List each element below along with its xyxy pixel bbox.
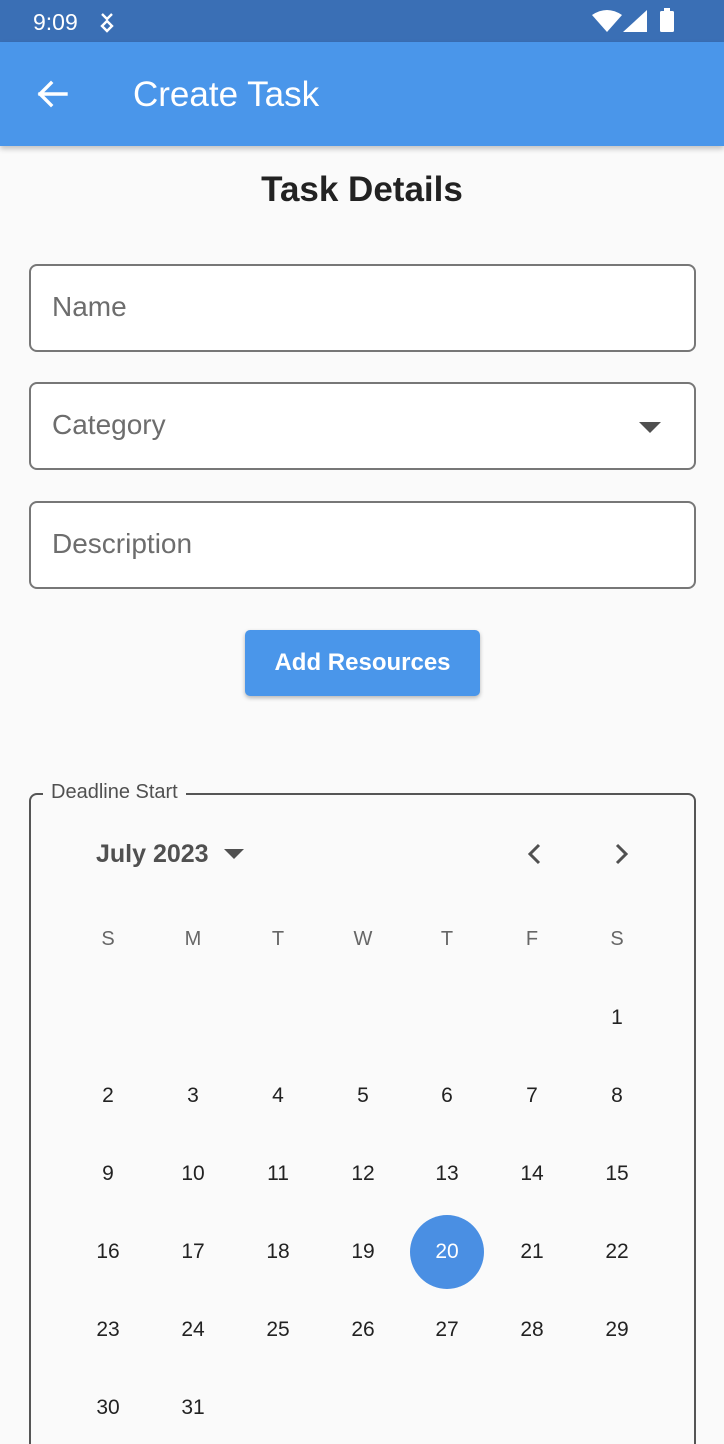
data-sync-icon bbox=[100, 13, 114, 33]
calendar-day[interactable]: 10 bbox=[156, 1137, 230, 1211]
weekday-label: S bbox=[610, 928, 624, 950]
arrow-back-icon bbox=[37, 80, 68, 108]
calendar-day[interactable]: 21 bbox=[495, 1215, 569, 1289]
calendar-day[interactable]: 12 bbox=[326, 1137, 400, 1211]
weekday-label: S bbox=[101, 928, 115, 950]
signal-icon bbox=[623, 10, 647, 32]
add-resources-button[interactable]: Add Resources bbox=[245, 630, 480, 696]
calendar-day[interactable]: 25 bbox=[241, 1293, 315, 1367]
calendar-day[interactable]: 18 bbox=[241, 1215, 315, 1289]
calendar-day[interactable]: 9 bbox=[71, 1137, 145, 1211]
section-title: Task Details bbox=[261, 170, 463, 209]
month-dropdown-icon[interactable] bbox=[224, 849, 244, 859]
next-month-button[interactable] bbox=[600, 832, 644, 876]
calendar-day[interactable]: 22 bbox=[580, 1215, 654, 1289]
calendar-day[interactable]: 19 bbox=[326, 1215, 400, 1289]
weekday-label: T bbox=[271, 928, 285, 950]
battery-icon bbox=[660, 8, 674, 32]
status-bar: 9:09 bbox=[0, 0, 724, 42]
calendar-day[interactable]: 17 bbox=[156, 1215, 230, 1289]
calendar-day[interactable]: 1 bbox=[580, 981, 654, 1055]
calendar-day[interactable]: 26 bbox=[326, 1293, 400, 1367]
weekday-label: W bbox=[353, 928, 373, 950]
previous-month-button[interactable] bbox=[512, 832, 556, 876]
app-bar: Create Task bbox=[0, 42, 724, 146]
calendar-day[interactable]: 28 bbox=[495, 1293, 569, 1367]
calendar-day[interactable]: 30 bbox=[71, 1371, 145, 1444]
calendar-day[interactable]: 3 bbox=[156, 1059, 230, 1133]
calendar-day[interactable]: 4 bbox=[241, 1059, 315, 1133]
dropdown-arrow-icon bbox=[639, 422, 661, 433]
calendar-day[interactable]: 16 bbox=[71, 1215, 145, 1289]
category-dropdown[interactable]: Category bbox=[29, 382, 696, 470]
back-button[interactable] bbox=[24, 66, 80, 122]
selected-day[interactable]: 20 bbox=[410, 1215, 484, 1289]
calendar-day[interactable]: 11 bbox=[241, 1137, 315, 1211]
wifi-icon bbox=[592, 10, 622, 32]
month-selector[interactable]: July 2023 bbox=[96, 840, 209, 869]
chevron-left-icon bbox=[527, 843, 541, 865]
status-time: 9:09 bbox=[33, 9, 78, 35]
name-placeholder: Name bbox=[52, 291, 127, 322]
chevron-right-icon bbox=[615, 843, 629, 865]
description-placeholder: Description bbox=[52, 528, 193, 559]
calendar-day[interactable]: 24 bbox=[156, 1293, 230, 1367]
calendar-day[interactable]: 5 bbox=[326, 1059, 400, 1133]
weekday-label: F bbox=[525, 928, 539, 950]
calendar-day[interactable]: 14 bbox=[495, 1137, 569, 1211]
calendar-day[interactable]: 15 bbox=[580, 1137, 654, 1211]
weekday-label: M bbox=[184, 928, 202, 950]
calendar-day[interactable]: 6 bbox=[410, 1059, 484, 1133]
name-field[interactable]: Name bbox=[29, 264, 696, 352]
calendar-day[interactable]: 8 bbox=[580, 1059, 654, 1133]
calendar-day[interactable]: 13 bbox=[410, 1137, 484, 1211]
calendar-day[interactable]: 2 bbox=[71, 1059, 145, 1133]
calendar-legend: Deadline Start bbox=[43, 781, 186, 804]
calendar-day[interactable]: 7 bbox=[495, 1059, 569, 1133]
category-placeholder: Category bbox=[52, 409, 166, 440]
calendar-day[interactable]: 23 bbox=[71, 1293, 145, 1367]
calendar-day[interactable]: 27 bbox=[410, 1293, 484, 1367]
calendar-day[interactable]: 31 bbox=[156, 1371, 230, 1444]
page-title: Create Task bbox=[133, 75, 320, 114]
calendar-day[interactable]: 29 bbox=[580, 1293, 654, 1367]
description-field[interactable]: Description bbox=[29, 501, 696, 589]
weekday-label: T bbox=[440, 928, 454, 950]
